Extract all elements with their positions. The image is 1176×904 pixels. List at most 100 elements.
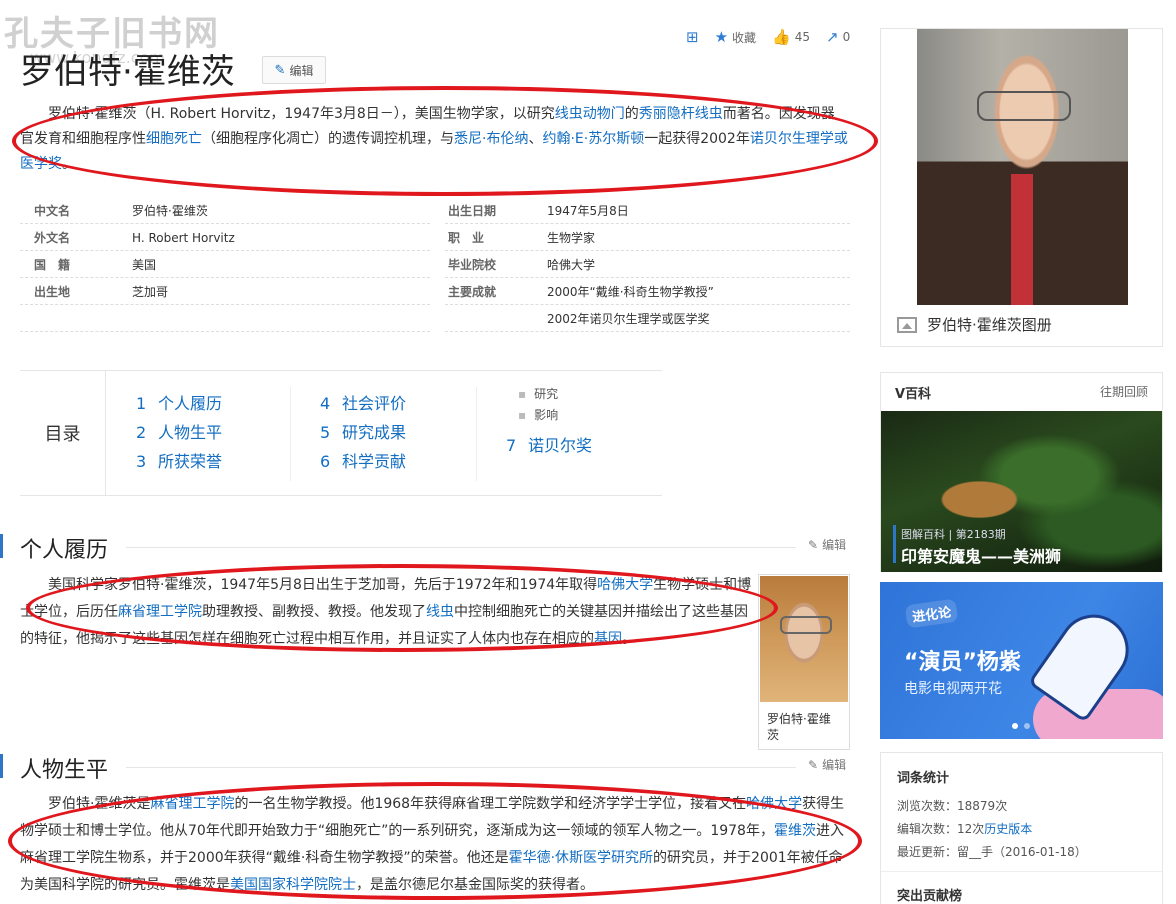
stats-views: 浏览次数：18879次 <box>897 799 1008 813</box>
vbaike-more-link[interactable]: 往期回顾 <box>1100 383 1148 400</box>
info-row: 出生地 芝加哥 主要成就 2000年“戴维·科奇生物学教授” <box>20 279 850 306</box>
toc-column: 7 诺贝尔奖 <box>506 431 592 460</box>
info-key: 外文名 <box>34 231 71 245</box>
info-key: 毕业院校 <box>448 258 497 272</box>
edit-label: 编辑 <box>289 63 314 78</box>
section-title-resume: 个人履历 <box>20 538 109 563</box>
toc-label: 目录 <box>20 371 106 495</box>
favorite-label: 收藏 <box>732 30 757 45</box>
promo-banner[interactable]: 进化论 “演员”杨紫 电影电视两开花 <box>880 582 1163 739</box>
add-button[interactable]: ⊞ <box>686 28 699 46</box>
stats-updated: 最近更新：留__手（2016-01-18） <box>897 845 1087 859</box>
main-photo-card[interactable]: 罗伯特·霍维茨图册 <box>880 28 1163 347</box>
pencil-icon: ✎ <box>808 757 819 772</box>
section-paragraph: 罗伯特·霍维茨是麻省理工学院的一名生物学教授。他1968年获得麻省理工学院数学和… <box>20 796 845 893</box>
toc-subitem[interactable]: ▪ 影响 <box>518 405 558 426</box>
portrait-image <box>760 576 848 702</box>
info-value: 2002年诺贝尔生理学或医学奖 <box>547 312 710 326</box>
image-gallery-icon <box>897 316 917 333</box>
stats-title: 词条统计 <box>897 771 950 786</box>
link-mit[interactable]: 麻省理工学院 <box>118 604 202 620</box>
share-icon: ↗ <box>826 28 839 46</box>
section-divider <box>126 767 796 768</box>
like-button[interactable]: 👍 45 <box>772 28 810 46</box>
info-value: 美国 <box>132 258 157 272</box>
toc-item[interactable]: 6 科学贡献 <box>320 447 406 476</box>
article-toolbar: ⊞ ★ 收藏 👍 45 ↗ 0 <box>686 28 850 46</box>
info-value: 罗伯特·霍维茨 <box>132 204 208 218</box>
link-mit[interactable]: 麻省理工学院 <box>150 796 234 812</box>
section-title-biography: 人物生平 <box>20 758 109 783</box>
section-edit-button[interactable]: ✎ 编辑 <box>808 756 846 773</box>
toc-item[interactable]: 4 社会评价 <box>320 389 406 418</box>
info-value: 生物学家 <box>547 231 596 245</box>
toc-item[interactable]: 7 诺贝尔奖 <box>506 431 592 460</box>
carousel-dots[interactable] <box>1012 723 1030 729</box>
edit-title-button[interactable]: ✎ 编辑 <box>262 56 326 84</box>
info-value: 2000年“戴维·科奇生物学教授” <box>547 285 714 299</box>
info-row: 中文名 罗伯特·霍维茨 出生日期 1947年5月8日 <box>20 198 850 225</box>
link-nas[interactable]: 美国国家科学院院士 <box>230 877 356 893</box>
link-hhmi[interactable]: 霍华德·休斯医学研究所 <box>509 850 653 866</box>
like-count: 45 <box>794 30 811 44</box>
link-cell-death[interactable]: 细胞死亡 <box>146 131 202 147</box>
info-key: 职 业 <box>448 231 485 245</box>
info-key: 中文名 <box>34 204 71 218</box>
album-link[interactable]: 罗伯特·霍维茨图册 <box>897 314 1052 335</box>
info-row: 外文名 H. Robert Horvitz 职 业 生物学家 <box>20 225 850 252</box>
section-paragraph: 美国科学家罗伯特·霍维茨，1947年5月8日出生于芝加哥，先后于1972年和19… <box>20 577 752 647</box>
stats-edits: 编辑次数：12次历史版本 <box>897 822 1033 836</box>
toc-column: 4 社会评价 5 研究成果 6 科学贡献 <box>320 389 406 476</box>
link-nematode[interactable]: 线虫动物门 <box>555 106 625 122</box>
link-harvard[interactable]: 哈佛大学 <box>597 577 653 593</box>
main-photo <box>917 29 1128 305</box>
favorite-button[interactable]: ★ 收藏 <box>715 28 756 46</box>
history-link[interactable]: 历史版本 <box>984 822 1032 836</box>
section-marker <box>0 754 3 778</box>
page-title: 罗伯特·霍维茨 <box>20 52 235 92</box>
toc-subitems: ▪ 研究 ▪ 影响 <box>518 384 558 426</box>
toc-item[interactable]: 3 所获荣誉 <box>136 447 222 476</box>
share-count: 0 <box>842 30 851 44</box>
contributors-title: 突出贡献榜 <box>897 889 963 904</box>
toc-column: 1 个人履历 2 人物生平 3 所获荣誉 <box>136 389 222 476</box>
link-brenner[interactable]: 悉尼·布伦纳 <box>454 131 528 147</box>
info-key: 出生日期 <box>448 204 497 218</box>
pencil-icon: ✎ <box>808 537 819 552</box>
info-key: 国 籍 <box>34 258 71 272</box>
toc-subitem[interactable]: ▪ 研究 <box>518 384 558 405</box>
info-value: 芝加哥 <box>132 285 169 299</box>
info-key: 出生地 <box>34 285 71 299</box>
vbaike-caption: 印第安魔鬼——美洲狮 <box>892 525 1061 567</box>
vbaike-issue: 图解百科 | 第2183期 <box>901 528 1006 541</box>
info-value: 哈佛大学 <box>547 258 596 272</box>
link-gene[interactable]: 基因 <box>594 631 622 647</box>
toc-item[interactable]: 5 研究成果 <box>320 418 406 447</box>
link-horvitz[interactable]: 霍维茨 <box>774 823 816 839</box>
entry-stats-card: 词条统计 浏览次数：18879次 编辑次数：12次历史版本 最近更新：留__手（… <box>880 752 1163 904</box>
info-row: 2002年诺贝尔生理学或医学奖 <box>20 306 850 333</box>
portrait-thumbnail[interactable]: 罗伯特·霍维茨 <box>758 574 850 750</box>
promo-title: “演员”杨紫 <box>904 650 1021 675</box>
vbaike-card: V百科 往期回顾 图解百科 | 第2183期 印第安魔鬼——美洲狮 <box>880 372 1163 572</box>
info-key: 主要成就 <box>448 285 497 299</box>
thumbnail-caption: 罗伯特·霍维茨 <box>767 712 831 742</box>
table-of-contents: 目录 1 个人履历 2 人物生平 3 所获荣誉 4 社会评价 5 研究成果 6 科学贡献 ▪… <box>20 370 662 496</box>
info-value: H. Robert Horvitz <box>132 231 235 245</box>
plus-square-icon: ⊞ <box>686 28 699 46</box>
link-c-elegans[interactable]: 秀丽隐杆线虫 <box>639 106 723 122</box>
vbaike-image[interactable]: 图解百科 | 第2183期 印第安魔鬼——美洲狮 <box>881 411 1162 572</box>
info-row: 国 籍 美国 毕业院校 哈佛大学 <box>20 252 850 279</box>
vbaike-title: V百科 <box>895 387 932 402</box>
share-button[interactable]: ↗ 0 <box>826 28 850 46</box>
section-edit-button[interactable]: ✎ 编辑 <box>808 536 846 553</box>
link-nematode[interactable]: 线虫 <box>426 604 454 620</box>
summary-paragraph: 罗伯特·霍维茨（H. Robert Horvitz，1947年3月8日－），美国… <box>20 106 848 172</box>
toc-item[interactable]: 2 人物生平 <box>136 418 222 447</box>
link-harvard[interactable]: 哈佛大学 <box>746 796 802 812</box>
toc-item[interactable]: 1 个人履历 <box>136 389 222 418</box>
info-value: 1947年5月8日 <box>547 204 629 218</box>
star-icon: ★ <box>714 28 729 46</box>
link-sulston[interactable]: 约翰·E·苏尔斯顿 <box>542 131 644 147</box>
promo-logo: 进化论 <box>904 598 959 629</box>
